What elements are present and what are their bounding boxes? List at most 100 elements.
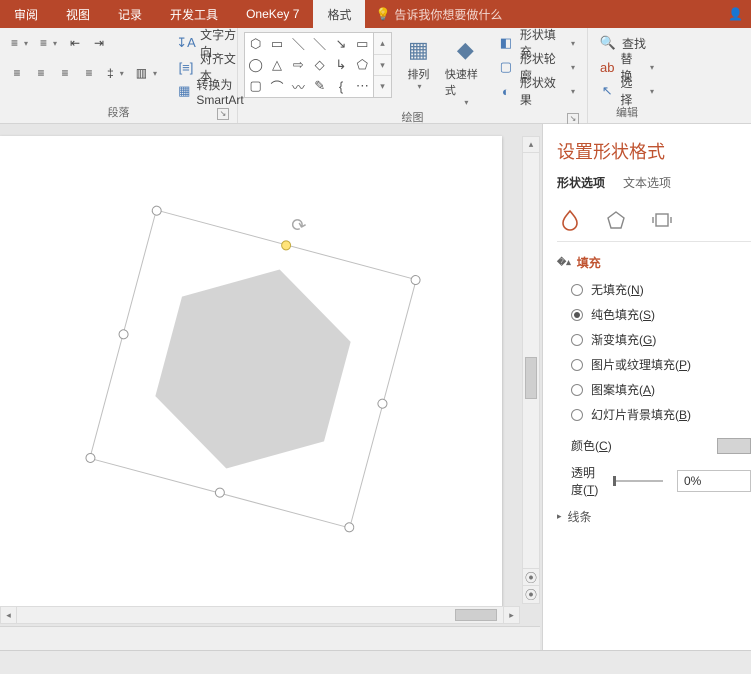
quick-styles-icon: ◆ — [449, 34, 481, 66]
scroll-left-button[interactable]: ◂ — [1, 607, 17, 623]
tell-me-placeholder: 告诉我你想要做什么 — [394, 6, 502, 23]
scroll-thumb-v[interactable] — [525, 357, 537, 399]
fill-none-radio[interactable]: 无填充(N) — [571, 281, 751, 298]
shape-connector-icon[interactable]: ↳ — [330, 54, 351, 75]
shape-line2-icon[interactable]: ＼ — [309, 33, 330, 54]
transparency-slider[interactable] — [613, 480, 663, 482]
rotate-handle[interactable]: ⟳ — [289, 214, 313, 238]
pane-icon-size[interactable] — [649, 207, 675, 233]
lightbulb-icon: 💡 — [375, 7, 390, 21]
fill-solid-radio[interactable]: 纯色填充(S) — [571, 306, 751, 323]
shape-line-icon[interactable]: ＼ — [288, 33, 309, 54]
canvas-horizontal-scrollbar[interactable]: ◂ ▸ — [0, 606, 520, 624]
slide[interactable]: ⟳ — [0, 136, 502, 608]
section-line-header[interactable]: ▸ 线条 — [557, 508, 751, 525]
tell-me-search[interactable]: 💡 告诉我你想要做什么 — [365, 0, 502, 28]
section-fill-header[interactable]: �▴ 填充 — [557, 254, 751, 271]
fill-color-picker[interactable] — [717, 438, 751, 454]
replace-icon: ab — [600, 59, 614, 75]
arrange-button[interactable]: ▦ 排列 ▾ — [398, 32, 439, 107]
shape-oval-icon[interactable]: ◯ — [245, 54, 266, 75]
align-left-button[interactable]: ≡ — [6, 62, 28, 84]
shape-textbox-icon[interactable]: ▭ — [266, 33, 287, 54]
align-text-icon: [≡] — [178, 59, 194, 75]
shape-curve-icon[interactable]: 〰 — [288, 76, 309, 97]
pane-title: 设置形状格式 — [557, 138, 751, 164]
pane-icon-fill-line[interactable] — [557, 207, 583, 233]
next-slide-button[interactable]: ⦿ — [522, 586, 540, 604]
shapes-gallery[interactable]: ⬡ ▭ ＼ ＼ ↘ ▭ ◯ △ ⇨ ◇ ↳ ⬠ ▢ ⌒ 〰 ✎ { — [244, 32, 374, 98]
resize-handle-sw[interactable] — [84, 452, 96, 464]
selected-shape[interactable]: ⟳ — [118, 240, 388, 498]
pane-icon-effects[interactable] — [603, 207, 629, 233]
align-justify-button[interactable]: ≡ — [78, 62, 100, 84]
shape-triangle-icon[interactable]: △ — [266, 54, 287, 75]
scroll-up-button[interactable]: ▴ — [523, 137, 539, 153]
tab-record[interactable]: 记录 — [104, 0, 156, 28]
shape-freeform-icon[interactable]: ✎ — [309, 76, 330, 97]
group-label-editing: 编辑 — [594, 102, 660, 123]
resize-handle-w[interactable] — [117, 328, 129, 340]
resize-handle-s[interactable] — [214, 487, 226, 499]
transparency-input[interactable] — [677, 470, 751, 492]
line-spacing-button[interactable]: ‡▾ — [102, 62, 129, 84]
shape-brace-icon[interactable]: { — [330, 76, 351, 97]
group-paragraph: ≡▾ ≡▾ ⇤ ⇥ ≡ ≡ ≡ ≡ ‡▾ ▥▾ ↧A 文字方向▾ — [0, 28, 238, 123]
shape-fill-icon: ◧ — [498, 35, 514, 51]
format-shape-pane: 设置形状格式 形状选项 文本选项 �▴ 填充 无填充(N) 纯色填充(S) 渐变… — [542, 124, 751, 650]
numbering-button[interactable]: ≡▾ — [35, 32, 62, 54]
align-right-button[interactable]: ≡ — [54, 62, 76, 84]
shape-arc-icon[interactable]: ⌒ — [266, 76, 287, 97]
select-button[interactable]: ↖ 选择▾ — [594, 80, 660, 102]
tab-format[interactable]: 格式 — [313, 0, 365, 28]
resize-handle-ne[interactable] — [409, 274, 421, 286]
notes-splitter[interactable] — [0, 626, 540, 650]
shape-rect-icon[interactable]: ▭ — [352, 33, 373, 54]
fill-slide-bg-radio[interactable]: 幻灯片背景填充(B) — [571, 406, 751, 423]
shape-hexagon-icon[interactable]: ⬡ — [245, 33, 266, 54]
pane-tab-shape-options[interactable]: 形状选项 — [557, 174, 605, 195]
quick-styles-button[interactable]: ◆ 快速样式 ▾ — [445, 32, 486, 107]
adjust-handle-n[interactable] — [280, 239, 292, 251]
scroll-thumb-h[interactable] — [455, 609, 497, 621]
bullets-button[interactable]: ≡▾ — [6, 32, 33, 54]
group-drawing: ⬡ ▭ ＼ ＼ ↘ ▭ ◯ △ ⇨ ◇ ↳ ⬠ ▢ ⌒ 〰 ✎ { — [238, 28, 588, 123]
tab-dev-tools[interactable]: 开发工具 — [156, 0, 232, 28]
pane-tab-text-options[interactable]: 文本选项 — [623, 174, 671, 195]
prev-slide-button[interactable]: ⦿ — [522, 568, 540, 586]
shape-more-icon[interactable]: ⋯ — [352, 76, 373, 97]
group-editing: 🔍 查找 ab 替换▾ ↖ 选择▾ 编辑 — [588, 28, 666, 123]
resize-handle-nw[interactable] — [151, 205, 163, 217]
paragraph-launcher[interactable]: ↘ — [217, 108, 229, 120]
fill-gradient-radio[interactable]: 渐变填充(G) — [571, 331, 751, 348]
selection-bbox — [89, 209, 417, 528]
shape-diamond-icon[interactable]: ◇ — [309, 54, 330, 75]
indent-increase-button[interactable]: ⇥ — [88, 32, 110, 54]
tab-review[interactable]: 审阅 — [0, 0, 52, 28]
align-center-button[interactable]: ≡ — [30, 62, 52, 84]
gallery-scroll-down[interactable]: ▾ — [374, 55, 391, 77]
collapse-icon: �▴ — [557, 257, 571, 268]
gallery-scroll-up[interactable]: ▴ — [374, 33, 391, 55]
shape-effects-button[interactable]: ◐ 形状效果▾ — [492, 80, 581, 102]
shape-arrow-icon[interactable]: ↘ — [330, 33, 351, 54]
arrange-icon: ▦ — [402, 34, 434, 66]
canvas-vertical-scrollbar[interactable]: ▴ ▾ — [522, 136, 540, 604]
fill-pattern-radio[interactable]: 图案填充(A) — [571, 381, 751, 398]
tab-view[interactable]: 视图 — [52, 0, 104, 28]
slide-canvas-area: ⟳ ▴ ▾ ⦿ ⦿ ◂ ▸ — [0, 124, 540, 650]
gallery-scroll-more[interactable]: ▾ — [374, 76, 391, 97]
fill-transparency-label: 透明度(T) — [571, 464, 599, 498]
shape-pentagon-icon[interactable]: ⬠ — [352, 54, 373, 75]
fill-picture-radio[interactable]: 图片或纹理填充(P) — [571, 356, 751, 373]
account-button[interactable]: 👤 — [720, 0, 751, 28]
tab-onekey[interactable]: OneKey 7 — [232, 0, 313, 28]
resize-handle-se[interactable] — [343, 521, 355, 533]
scroll-right-button[interactable]: ▸ — [503, 607, 519, 623]
indent-decrease-button[interactable]: ⇤ — [64, 32, 86, 54]
fill-transparency-row: 透明度(T) — [557, 464, 751, 498]
columns-button[interactable]: ▥▾ — [131, 62, 162, 84]
shape-arrow-right-icon[interactable]: ⇨ — [288, 54, 309, 75]
shape-roundrect-icon[interactable]: ▢ — [245, 76, 266, 97]
resize-handle-e[interactable] — [376, 398, 388, 410]
